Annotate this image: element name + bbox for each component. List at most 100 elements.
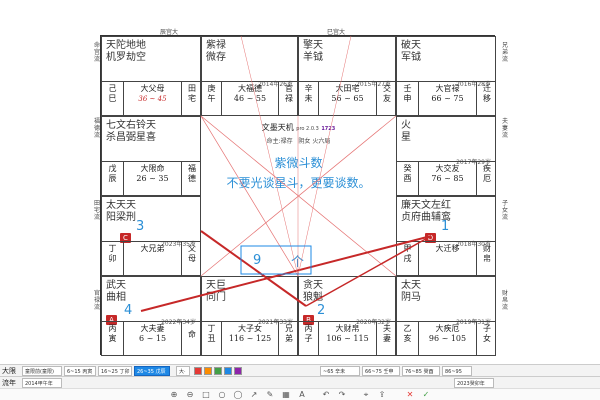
palace-chen[interactable]: 七文右铃天 杀昌弼星喜 戊 辰 大限命 26 ~ 35 福 德 xyxy=(101,116,201,196)
right-label-4: 财帛流 xyxy=(501,290,508,311)
color-swatch-green[interactable] xyxy=(214,367,222,375)
stars: 太天 阴马 xyxy=(401,280,421,303)
share-icon[interactable]: ⇪ xyxy=(376,390,388,399)
palace-si[interactable]: 天陀地地 机罗劫空 己 巳 大父母 36 ~ 45 田 宅 xyxy=(101,36,201,116)
decade-name: 大父母 xyxy=(140,84,165,93)
stem: 己 巳 xyxy=(102,82,124,115)
decade-btn-8[interactable]: 76~85 癸酉 xyxy=(402,366,440,376)
palace-name: 财 帛 xyxy=(483,244,491,263)
stem: 壬 申 xyxy=(397,82,419,115)
mark-4: 4 xyxy=(124,303,133,318)
decade-btn-0[interactable]: 童限前(童限) xyxy=(22,366,62,376)
decade-range: 46 ~ 55 xyxy=(233,94,267,103)
decade-range: 6 ~ 15 xyxy=(138,334,167,343)
stem: 乙 亥 xyxy=(397,322,419,355)
mark-1: 1 xyxy=(441,219,450,234)
palace-wu[interactable]: 紫禄 微存 2014年26岁 庚 午 大福德 46 ~ 55 官 禄 xyxy=(201,36,298,116)
decade-name: 大田宅 xyxy=(335,84,360,93)
palace-mao[interactable]: 太天天 阳梁刑 C 3 2023年35岁 丁 卯 大兄弟 父 母 xyxy=(101,196,201,276)
mosaic-icon[interactable]: ▦ xyxy=(280,390,292,399)
stem: 癸 酉 xyxy=(397,162,419,195)
decade-toolbar: 大限 童限前(童限) 6~15 丙寅 16~25 丁卯 26~35 戊辰 大· … xyxy=(0,364,600,376)
palace-yin[interactable]: 武天 曲相 A 4 2022年34岁 丙 寅 大夫妻 6 ~ 15 命 xyxy=(101,276,201,356)
close-icon[interactable]: ✕ xyxy=(404,390,416,399)
stem: 戊 辰 xyxy=(102,162,124,195)
decade-btn-1[interactable]: 6~15 丙寅 xyxy=(64,366,96,376)
palace-name: 夫 妻 xyxy=(383,324,391,343)
pen-icon[interactable]: ✎ xyxy=(264,390,276,399)
palace-you[interactable]: 火 星 2017年29岁 癸 酉 大交友 76 ~ 85 疾 厄 xyxy=(396,116,496,196)
confirm-icon[interactable]: ✓ xyxy=(420,390,432,399)
decade-name: 大限命 xyxy=(140,164,165,173)
right-label-2: 夫妻流 xyxy=(501,118,508,139)
mark-ge: 个 xyxy=(291,255,305,270)
palace-zi[interactable]: 贪天 狼魁 B 2 2020年32岁 丙 子 大财帛 106 ~ 115 夫 妻 xyxy=(298,276,396,356)
decade-range: 106 ~ 115 xyxy=(326,334,369,343)
zoom-out-icon[interactable]: ⊖ xyxy=(184,390,196,399)
mark-9: 9 xyxy=(253,253,262,268)
text-icon[interactable]: A xyxy=(296,390,308,399)
pin-icon[interactable]: ⌖ xyxy=(360,390,372,400)
decade-name: 大迁移 xyxy=(435,244,460,253)
arrow-icon[interactable]: ↗ xyxy=(248,390,260,399)
stem: 庚 午 xyxy=(202,82,222,115)
palace-xu[interactable]: 廉天文左红 贞府曲辅鸾 D 1 2018年30岁 甲 戌 大迁移 财 帛 xyxy=(396,196,496,276)
decade-name: 大疾厄 xyxy=(435,324,460,333)
decade-name: 大财帛 xyxy=(335,324,360,333)
decade-range: 76 ~ 85 xyxy=(431,174,464,183)
decade-name: 大子女 xyxy=(238,324,262,333)
right-label-1: 兄弟流 xyxy=(501,42,508,63)
decade-name: 大官禄 xyxy=(435,84,460,93)
decade-range: 66 ~ 75 xyxy=(431,94,464,103)
mark-2: 2 xyxy=(317,303,326,318)
decade-name: 大福德 xyxy=(238,84,262,93)
color-swatch-purple[interactable] xyxy=(234,367,242,375)
palace-name: 福 德 xyxy=(188,164,196,183)
stem: 甲 戌 xyxy=(397,242,419,275)
stem: 丁 丑 xyxy=(202,322,222,355)
size-dropdown[interactable]: 大· xyxy=(176,366,190,376)
year-toolbar: 流年 2014甲午年 2023癸卯年 xyxy=(0,376,600,388)
palace-chou[interactable]: 天巨 同门 2021年33岁 丁 丑 大子女 116 ~ 125 兄 弟 xyxy=(201,276,298,356)
toolbar-label: 大限 xyxy=(2,367,16,375)
palace-name: 兄 弟 xyxy=(285,324,293,343)
decade-btn-3[interactable]: 26~35 戊辰 xyxy=(134,366,170,376)
stars: 擎天 羊钺 xyxy=(303,40,323,63)
palace-name: 官 禄 xyxy=(285,84,293,103)
color-swatch-blue[interactable] xyxy=(224,367,232,375)
circle-icon[interactable]: ○ xyxy=(216,390,228,399)
palace-name: 子 女 xyxy=(483,324,491,343)
decade-name: 大交友 xyxy=(435,164,460,173)
decade-btn-7[interactable]: 66~75 壬申 xyxy=(362,366,400,376)
stars: 武天 曲相 xyxy=(106,280,126,303)
ziwei-chart: 天陀地地 机罗劫空 己 巳 大父母 36 ~ 45 田 宅 紫禄 微存 2014… xyxy=(100,35,496,356)
decade-btn-9[interactable]: 86~95 xyxy=(442,366,472,376)
stars: 天巨 同门 xyxy=(206,280,226,303)
palace-wei[interactable]: 擎天 羊钺 2015年27岁 辛 未 大田宅 56 ~ 65 交 友 xyxy=(298,36,396,116)
zoom-in-icon[interactable]: ⊕ xyxy=(168,390,180,399)
slogan-line-1: 紫微斗数 xyxy=(274,156,323,170)
year-btn-0[interactable]: 2014甲午年 xyxy=(22,378,62,388)
stars: 贪天 狼魁 xyxy=(303,280,323,303)
color-swatch-red[interactable] xyxy=(194,367,202,375)
slogan-line-2: 不要光谈星斗，更要谈数。 xyxy=(226,176,371,190)
rectangle-icon[interactable]: □ xyxy=(200,390,212,399)
screenshot-toolbar: ⊕ ⊖ □ ○ ◯ ↗ ✎ ▦ A ↶ ↷ ⌖ ⇪ ✕ ✓ xyxy=(0,388,600,400)
palace-name: 田 宅 xyxy=(188,84,196,103)
palace-shen[interactable]: 破天 军钺 2016年28岁 壬 申 大官禄 66 ~ 75 迁 移 xyxy=(396,36,496,116)
decade-range: 96 ~ 105 xyxy=(428,334,467,343)
decade-btn-2[interactable]: 16~25 丁卯 xyxy=(98,366,132,376)
stem: 丙 子 xyxy=(299,322,319,355)
decade-range: 56 ~ 65 xyxy=(331,94,364,103)
palace-name: 交 友 xyxy=(383,84,391,103)
year-btn-last[interactable]: 2023癸卯年 xyxy=(454,378,494,388)
right-label-3: 子女流 xyxy=(501,200,508,221)
color-swatch-orange[interactable] xyxy=(204,367,212,375)
undo-icon[interactable]: ↶ xyxy=(320,390,332,399)
redo-icon[interactable]: ↷ xyxy=(336,390,348,399)
palace-hai[interactable]: 太天 阴马 2019年31岁 乙 亥 大疾厄 96 ~ 105 子 女 xyxy=(396,276,496,356)
decade-btn-6[interactable]: ~65 辛未 xyxy=(320,366,360,376)
decade-range: 116 ~ 125 xyxy=(228,334,272,343)
ellipse-icon[interactable]: ◯ xyxy=(232,390,244,399)
decade-name: 大兄弟 xyxy=(140,244,165,253)
